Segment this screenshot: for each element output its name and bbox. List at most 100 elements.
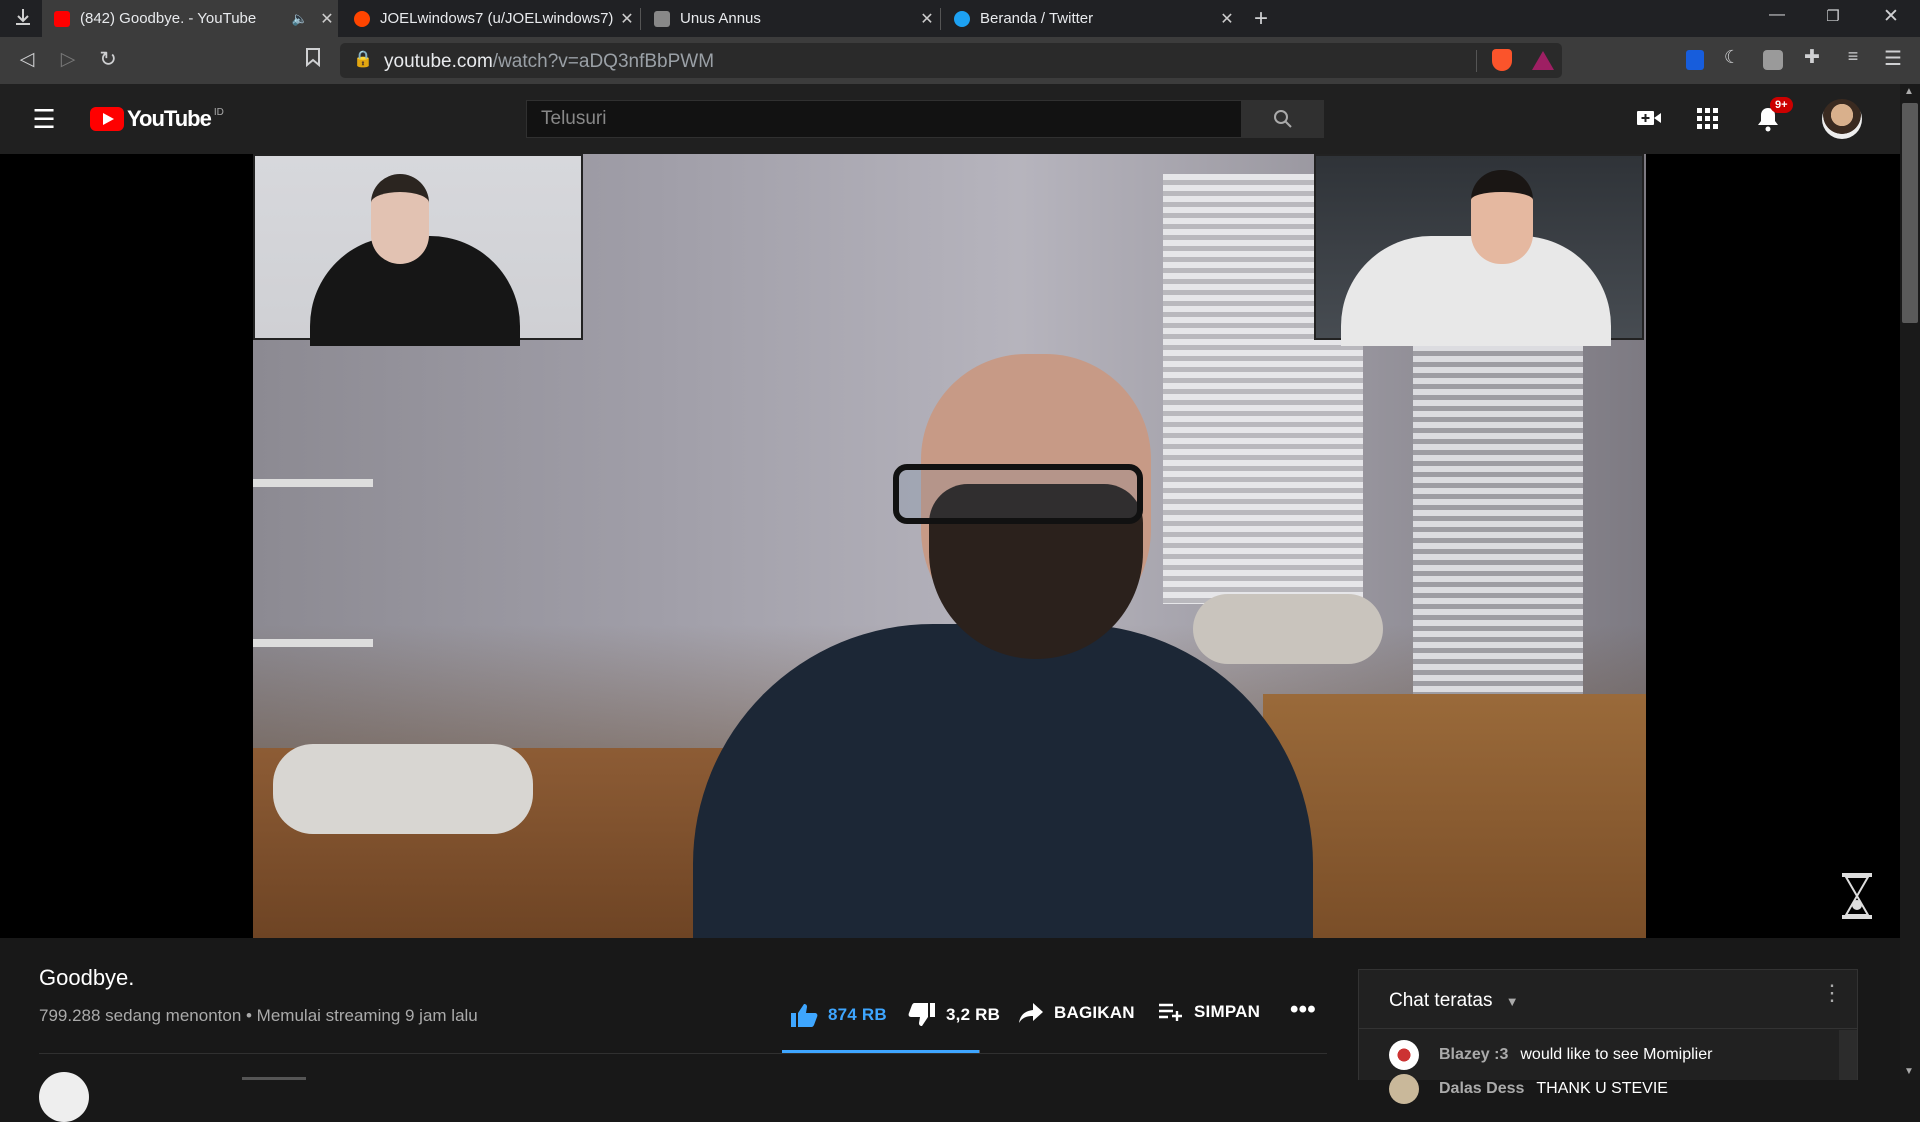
tab-title: (842) Goodbye. - YouTube — [80, 10, 257, 27]
video-scene-blinds — [1413, 334, 1583, 694]
reload-icon[interactable]: ↻ — [93, 47, 123, 72]
save-button[interactable]: SIMPAN — [1158, 1002, 1260, 1022]
extensions-puzzle-icon[interactable]: ✚ — [1797, 46, 1827, 69]
tab-title: Unus Annus — [680, 10, 761, 27]
brave-rewards-icon[interactable] — [1532, 51, 1554, 70]
extension-box-icon[interactable] — [1763, 50, 1783, 70]
info-divider — [39, 1053, 1327, 1054]
browser-tab-bar: (842) Goodbye. - YouTube 🔈 ✕ JOELwindows… — [0, 0, 1920, 37]
tab-youtube[interactable]: (842) Goodbye. - YouTube 🔈 ✕ — [42, 0, 338, 37]
chat-author[interactable]: Dalas Dess — [1439, 1080, 1524, 1098]
chat-text: would like to see Momiplier — [1520, 1046, 1713, 1063]
live-chat-panel: Chat teratas ▼ ⋮ Blazey :3 would like to… — [1358, 969, 1858, 1104]
like-button[interactable]: 874 RB — [790, 1002, 887, 1028]
more-actions-icon[interactable]: ••• — [1290, 996, 1316, 1024]
tab-reddit[interactable]: JOELwindows7 (u/JOELwindows7) - ✕ — [342, 0, 638, 37]
scrollbar-thumb[interactable] — [1902, 103, 1918, 323]
tab-title: Beranda / Twitter — [980, 10, 1094, 27]
scroll-up-icon[interactable]: ▲ — [1904, 86, 1914, 97]
page-favicon-icon — [654, 10, 670, 27]
bitwarden-icon[interactable] — [1686, 50, 1704, 70]
url-host: youtube.com — [384, 51, 493, 72]
chat-text: THANK U STEVIE — [1536, 1080, 1668, 1097]
extension-moon-icon[interactable]: ☾ — [1717, 47, 1747, 68]
avatar[interactable] — [1822, 99, 1862, 139]
video-person-body — [693, 624, 1313, 938]
address-bar[interactable]: 🔒 youtube.com/watch?v=aDQ3nfBbPWM — [340, 43, 1562, 78]
video-scene-dresser — [1263, 694, 1646, 938]
youtube-logo-icon — [90, 107, 124, 131]
youtube-favicon-icon — [54, 10, 70, 27]
share-icon — [1019, 1003, 1043, 1023]
youtube-header: ☰ YouTube ID 9+ — [0, 84, 1900, 154]
page-scrollbar[interactable]: ▲ ▼ — [1900, 84, 1920, 1080]
inset-person-head — [371, 174, 429, 264]
youtube-logo[interactable]: YouTube ID — [90, 106, 224, 132]
dislike-button[interactable]: 3,2 RB — [908, 1002, 1000, 1028]
search-icon — [1274, 110, 1292, 128]
close-tab-icon[interactable]: ✕ — [1216, 9, 1238, 29]
chat-author[interactable]: Blazey :3 — [1439, 1046, 1508, 1064]
back-icon[interactable]: ◁ — [12, 48, 42, 71]
hamburger-menu-icon[interactable]: ☰ — [29, 104, 59, 135]
scroll-down-icon[interactable]: ▼ — [1904, 1066, 1914, 1077]
menu-icon[interactable]: ☰ — [1878, 46, 1908, 71]
search-box — [526, 100, 1242, 138]
playlist-add-icon — [1159, 1003, 1182, 1021]
close-tab-icon[interactable]: ✕ — [316, 9, 338, 29]
chat-avatar — [1389, 1074, 1419, 1104]
reddit-favicon-icon — [354, 10, 370, 27]
forward-icon[interactable]: ▷ — [53, 48, 83, 71]
thumbs-down-icon — [908, 1003, 935, 1026]
search-input[interactable] — [527, 101, 1235, 137]
url-separator — [1476, 50, 1477, 72]
url-text: youtube.com/watch?v=aDQ3nfBbPWM — [384, 51, 714, 73]
create-video-icon[interactable] — [1636, 106, 1662, 135]
like-count: 874 RB — [828, 1005, 887, 1024]
share-label: BAGIKAN — [1054, 1003, 1135, 1022]
close-window-icon[interactable]: ✕ — [1876, 5, 1906, 28]
chat-more-options-icon[interactable]: ⋮ — [1821, 982, 1843, 1006]
close-tab-icon[interactable]: ✕ — [616, 9, 638, 29]
chat-avatar — [1389, 1040, 1419, 1070]
new-tab-icon[interactable]: + — [1246, 5, 1276, 33]
dislike-count: 3,2 RB — [946, 1005, 1001, 1024]
video-scene-cat-bed — [1193, 594, 1383, 664]
chat-header[interactable]: Chat teratas ▼ — [1389, 990, 1519, 1012]
apps-grid-icon[interactable] — [1697, 108, 1718, 129]
share-button[interactable]: BAGIKAN — [1018, 1002, 1135, 1024]
chat-message: Blazey :3 would like to see Momiplier — [1389, 1040, 1712, 1070]
video-scene-pillow — [273, 744, 533, 834]
minimize-icon[interactable]: — — [1762, 6, 1792, 24]
hourglass-watermark-icon — [1840, 872, 1874, 920]
bookmark-icon[interactable] — [298, 47, 328, 73]
video-player[interactable] — [0, 154, 1900, 938]
video-scene-shelf — [253, 479, 373, 487]
restore-icon[interactable]: ❐ — [1818, 7, 1848, 25]
speaker-icon[interactable]: 🔈 — [292, 11, 308, 27]
playlist-icon[interactable]: ≡ — [1838, 46, 1868, 67]
chat-mode-label: Chat teratas — [1389, 990, 1493, 1011]
search-button[interactable] — [1242, 100, 1324, 138]
chat-message: Dalas Dess THANK U STEVIE — [1389, 1074, 1668, 1104]
tab-title: JOELwindows7 (u/JOELwindows7) - — [380, 10, 616, 27]
inset-person-head — [1471, 170, 1533, 264]
chevron-down-icon: ▼ — [1505, 994, 1519, 1009]
region-code: ID — [213, 106, 224, 118]
like-ratio-fill — [782, 1050, 980, 1053]
tab-separator — [640, 8, 641, 30]
twitter-favicon-icon — [954, 10, 970, 27]
tab-unus-annus[interactable]: Unus Annus ✕ — [642, 0, 938, 37]
url-path: /watch?v=aDQ3nfBbPWM — [492, 51, 715, 72]
tab-twitter[interactable]: Beranda / Twitter ✕ — [942, 0, 1238, 37]
video-meta: 799.288 sedang menonton • Memulai stream… — [39, 1006, 478, 1025]
close-tab-icon[interactable]: ✕ — [916, 9, 938, 29]
save-label: SIMPAN — [1194, 1002, 1261, 1021]
thumbs-up-icon — [791, 1004, 818, 1027]
download-icon[interactable] — [8, 7, 38, 33]
brave-shields-icon[interactable] — [1492, 49, 1512, 71]
browser-toolbar: ◁ ▷ ↻ 🔒 youtube.com/watch?v=aDQ3nfBbPWM … — [0, 37, 1920, 84]
inset-person-body — [1341, 236, 1611, 346]
chat-scrollbar[interactable] — [1839, 1030, 1857, 1080]
video-scene-shelf — [253, 639, 373, 647]
